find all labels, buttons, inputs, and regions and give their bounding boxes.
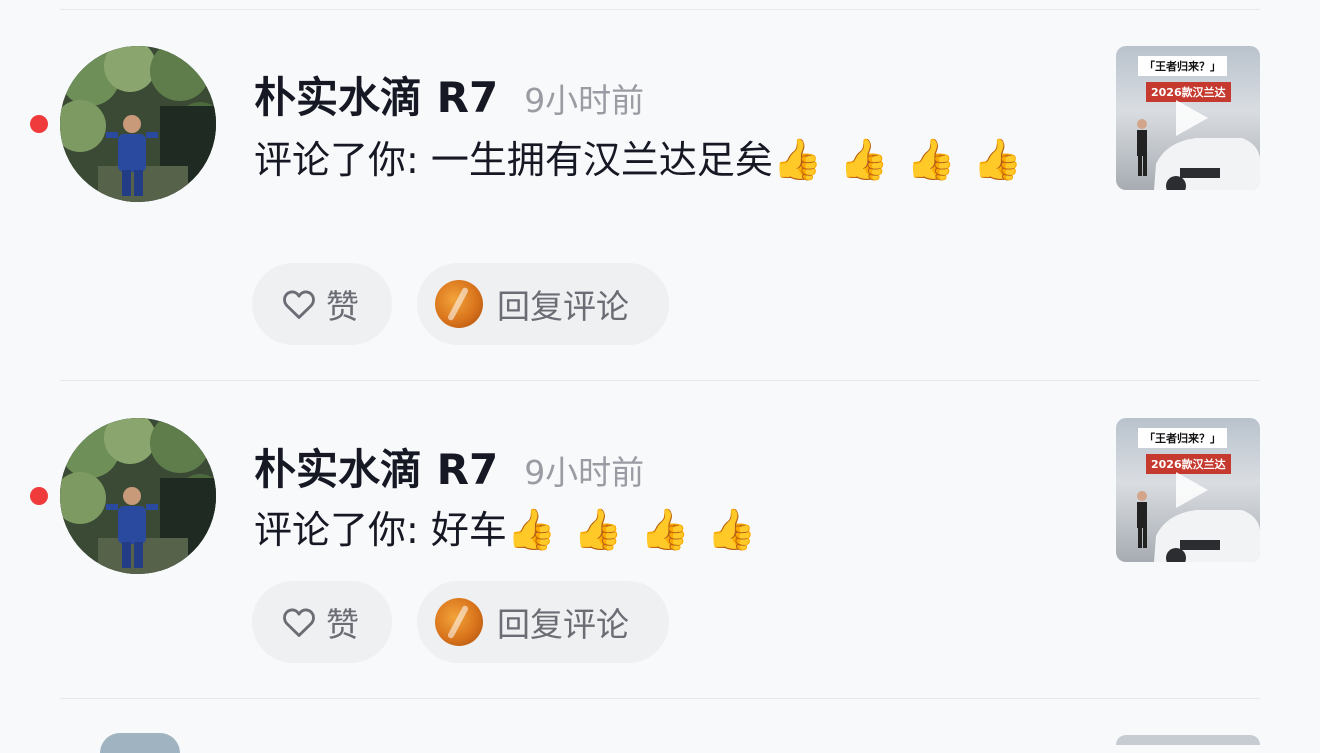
video-title: 「王者归来？」: [1138, 428, 1227, 448]
top-divider: [60, 9, 1260, 10]
thumbs-up-emoji: 👍 👍 👍 👍: [506, 507, 759, 553]
person-figure: [1137, 119, 1147, 176]
avatar-photo: [60, 46, 216, 202]
heart-outline-icon: [283, 608, 315, 637]
item-divider: [60, 380, 1260, 381]
avatar[interactable]: [60, 418, 216, 574]
like-label: 赞: [326, 605, 359, 644]
timestamp: 9小时前: [524, 453, 645, 492]
timestamp: 9小时前: [524, 81, 645, 120]
comment-prefix: 评论了你:: [254, 138, 431, 182]
video-title: 「王者归来？」: [1138, 56, 1227, 76]
username[interactable]: 朴实水滴 R7: [254, 64, 498, 125]
avatar[interactable]: [60, 46, 216, 202]
username[interactable]: 朴实水滴 R7: [254, 436, 498, 497]
like-button[interactable]: 赞: [252, 581, 392, 663]
play-icon: [1176, 472, 1208, 508]
comment-body: 好车: [430, 508, 507, 552]
my-avatar-icon: [435, 598, 483, 646]
unread-dot-icon: [30, 115, 48, 133]
heart-outline-icon: [283, 290, 315, 319]
like-button[interactable]: 赞: [252, 263, 392, 345]
reply-comment-button[interactable]: 回复评论: [417, 581, 669, 663]
my-avatar-icon: [435, 280, 483, 328]
item-divider: [60, 698, 1260, 699]
like-label: 赞: [326, 287, 359, 326]
avatar-photo: [60, 418, 216, 574]
reply-label: 回复评论: [497, 287, 629, 326]
person-figure: [1137, 491, 1147, 548]
comment-body: 一生拥有汉兰达足矣: [430, 138, 773, 182]
comment-prefix: 评论了你:: [254, 508, 431, 552]
play-icon: [1176, 100, 1208, 136]
thumbs-up-emoji: 👍 👍 👍 👍: [772, 137, 1025, 183]
next-avatar-partial[interactable]: [100, 733, 180, 753]
comment-text: 评论了你: 好车👍 👍 👍 👍: [254, 498, 1054, 562]
video-thumbnail[interactable]: 「王者归来？」 2026款汉兰达: [1116, 46, 1260, 190]
comment-text: 评论了你: 一生拥有汉兰达足矣👍 👍 👍 👍: [254, 128, 1054, 192]
unread-dot-icon: [30, 487, 48, 505]
video-thumbnail[interactable]: 「王者归来？」 2026款汉兰达: [1116, 418, 1260, 562]
reply-label: 回复评论: [497, 605, 629, 644]
next-thumbnail-partial[interactable]: [1116, 735, 1260, 745]
reply-comment-button[interactable]: 回复评论: [417, 263, 669, 345]
